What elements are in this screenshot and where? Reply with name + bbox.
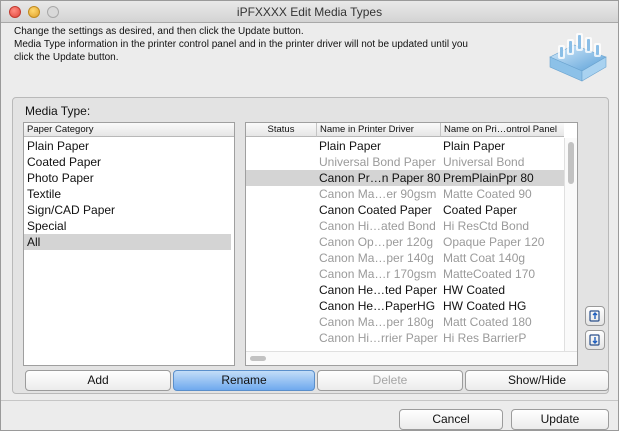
- media-row[interactable]: Canon Hi…ated Bond Hi ResCtd Bond: [246, 218, 566, 234]
- media-panel-name: Matt Coat 140g: [443, 251, 526, 265]
- media-row[interactable]: Canon Ma…per 180g Matt Coated 180: [246, 314, 566, 330]
- media-driver-name: Universal Bond Paper: [319, 155, 436, 169]
- media-list[interactable]: Status Name in Printer Driver Name on Pr…: [245, 122, 578, 366]
- media-driver-name: Canon Op…per 120g: [319, 235, 434, 249]
- instructions-line-3: click the Update button.: [14, 52, 119, 63]
- media-panel-name: HW Coated: [443, 283, 506, 297]
- media-list-hscroll-thumb[interactable]: [250, 356, 266, 361]
- window-title: iPFXXXX Edit Media Types: [236, 5, 383, 19]
- media-row[interactable]: Canon Ma…per 140g Matt Coat 140g: [246, 250, 566, 266]
- media-driver-name: Canon Ma…per 180g: [319, 315, 434, 329]
- media-panel-name: HW Coated HG: [443, 299, 527, 313]
- move-down-icon: [589, 334, 600, 346]
- instructions-line-2: Media Type information in the printer co…: [14, 39, 468, 50]
- media-list-vertical-scrollbar[interactable]: [564, 138, 577, 351]
- delete-button: Delete: [317, 370, 463, 391]
- media-panel-name: Hi Res BarrierP: [443, 331, 527, 345]
- paper-category-item[interactable]: Photo Paper: [24, 170, 231, 186]
- media-driver-name: Plain Paper: [319, 139, 382, 153]
- cancel-button[interactable]: Cancel: [399, 409, 503, 430]
- media-row[interactable]: Canon Pr…n Paper 80 PremPlainPpr 80: [246, 170, 566, 186]
- paper-category-item[interactable]: All: [24, 234, 231, 250]
- media-panel-name: MatteCoated 170: [443, 267, 536, 281]
- media-row[interactable]: Canon Coated Paper Coated Paper: [246, 202, 566, 218]
- instructions-text: Change the settings as desired, and then…: [14, 25, 534, 64]
- media-list-scroll-thumb[interactable]: [568, 142, 574, 184]
- paper-category-list[interactable]: Paper Category Plain Paper Coated Paper Ph…: [23, 122, 235, 366]
- media-row[interactable]: Universal Bond Paper Universal Bond: [246, 154, 566, 170]
- media-list-horizontal-scrollbar[interactable]: [246, 351, 577, 365]
- media-type-label: Media Type:: [25, 104, 91, 118]
- media-driver-name: Canon Ma…er 90gsm: [319, 187, 437, 201]
- printer-media-logo-icon: [549, 33, 607, 82]
- paper-category-header[interactable]: Paper Category: [24, 123, 234, 137]
- media-driver-name: Canon Hi…ated Bond: [319, 219, 436, 233]
- media-row[interactable]: Canon Ma…er 90gsm Matte Coated 90: [246, 186, 566, 202]
- media-row[interactable]: Canon Ma…r 170gsm MatteCoated 170: [246, 266, 566, 282]
- move-up-button[interactable]: [585, 306, 605, 326]
- add-button[interactable]: Add: [25, 370, 171, 391]
- media-driver-name: Canon He…PaperHG: [319, 299, 436, 313]
- media-panel-name: Plain Paper: [443, 139, 506, 153]
- media-driver-name: Canon Coated Paper: [319, 203, 432, 217]
- status-column-header[interactable]: Status: [246, 123, 316, 137]
- paper-category-item[interactable]: Textile: [24, 186, 231, 202]
- move-up-icon: [589, 310, 600, 322]
- paper-category-item[interactable]: Plain Paper: [24, 138, 231, 154]
- rename-button[interactable]: Rename: [173, 370, 315, 391]
- media-row[interactable]: Canon He…PaperHG HW Coated HG: [246, 298, 566, 314]
- panel-name-column-header[interactable]: Name on Pri…ontrol Panel: [440, 123, 564, 137]
- media-panel-name: Hi ResCtd Bond: [443, 219, 530, 233]
- move-down-button[interactable]: [585, 330, 605, 350]
- media-row[interactable]: Canon Hi…rrier Paper Hi Res BarrierP: [246, 330, 566, 346]
- media-panel-name: Matt Coated 180: [443, 315, 532, 329]
- instructions-line-1: Change the settings as desired, and then…: [14, 26, 304, 37]
- title-bar: iPFXXXX Edit Media Types: [1, 1, 618, 23]
- media-row[interactable]: Canon He…ted Paper HW Coated: [246, 282, 566, 298]
- media-panel-name: Opaque Paper 120: [443, 235, 545, 249]
- media-driver-name: Canon Hi…rrier Paper: [319, 331, 438, 345]
- media-driver-name: Canon Pr…n Paper 80: [319, 171, 441, 185]
- media-type-panel: Media Type: Paper Category Plain Paper Co…: [12, 97, 609, 394]
- media-row[interactable]: Canon Op…per 120g Opaque Paper 120: [246, 234, 566, 250]
- footer-divider: [1, 400, 618, 401]
- media-panel-name: Coated Paper: [443, 203, 518, 217]
- paper-category-item[interactable]: Sign/CAD Paper: [24, 202, 231, 218]
- paper-category-item[interactable]: Special: [24, 218, 231, 234]
- media-driver-name: Canon Ma…per 140g: [319, 251, 434, 265]
- show-hide-button[interactable]: Show/Hide: [465, 370, 609, 391]
- edit-media-types-window: iPFXXXX Edit Media Types Change the sett…: [0, 0, 619, 431]
- driver-name-column-header[interactable]: Name in Printer Driver: [316, 123, 440, 137]
- media-panel-name: PremPlainPpr 80: [443, 171, 534, 185]
- media-driver-name: Canon He…ted Paper: [319, 283, 438, 297]
- media-panel-name: Universal Bond: [443, 155, 525, 169]
- update-button[interactable]: Update: [511, 409, 609, 430]
- paper-category-item[interactable]: Coated Paper: [24, 154, 231, 170]
- media-row[interactable]: Plain Paper Plain Paper: [246, 138, 566, 154]
- media-panel-name: Matte Coated 90: [443, 187, 532, 201]
- list-splitter[interactable]: [235, 122, 245, 366]
- media-driver-name: Canon Ma…r 170gsm: [319, 267, 437, 281]
